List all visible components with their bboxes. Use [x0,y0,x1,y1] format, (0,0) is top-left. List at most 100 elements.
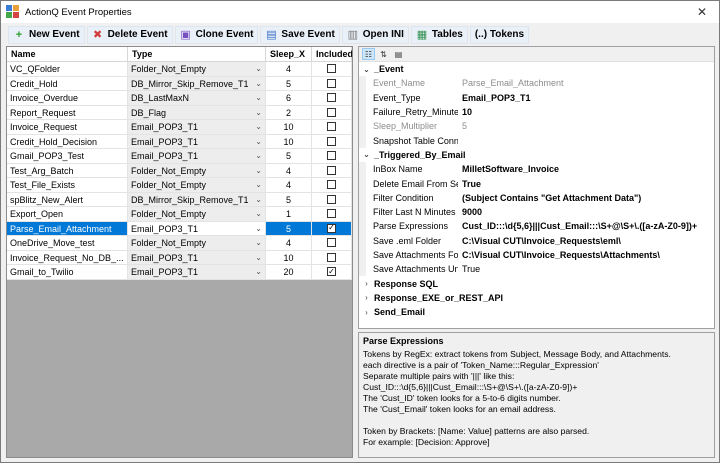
category-send-email[interactable]: › Send_Email [359,305,714,319]
chevron-down-icon[interactable]: ⌄ [255,106,262,120]
property-row[interactable]: Delete Email From ServerTrue [359,176,714,191]
property-row[interactable]: Save Attachments FolderC:\Visual CUT\Inv… [359,247,714,263]
event-type-dropdown[interactable]: DB_Mirror_Skip_Remove_T1 ⌄ [128,76,266,91]
event-type-dropdown[interactable]: Folder_Not_Empty ⌄ [128,163,266,178]
property-row[interactable]: Sleep_Multiplier 5 [359,119,714,134]
delete-event-button[interactable]: ✖ Delete Event [86,25,173,44]
chevron-down-icon[interactable]: ⌄ [255,178,262,192]
event-type-dropdown[interactable]: Email_POP3_T1 ⌄ [128,134,266,149]
sleep-cell[interactable]: 1 [266,207,312,221]
included-checkbox[interactable] [327,122,336,132]
table-row[interactable]: Test_Arg_Batch Folder_Not_Empty ⌄ 4 [7,163,352,178]
property-value[interactable]: Cust_ID:::\d{5,6}|||Cust_Email:::\S+@\S+… [458,221,714,231]
property-value[interactable]: Email_POP3_T1 [458,93,714,103]
event-type-dropdown[interactable]: Folder_Not_Empty ⌄ [128,62,266,76]
sleep-cell[interactable]: 20 [266,265,312,279]
clone-event-button[interactable]: ▣ Clone Event [174,25,259,44]
included-checkbox[interactable] [327,107,336,117]
property-grid[interactable]: ☷ ⇅ ▤ ⌄ _Event Event_Name Parse_Email_Attac… [358,46,715,329]
included-checkbox[interactable] [327,64,336,74]
event-name-cell[interactable]: Invoice_Overdue [7,91,128,105]
chevron-down-icon[interactable]: ⌄ [255,207,262,221]
property-row[interactable]: Failure_Retry_Minutes 10 [359,104,714,120]
categorized-view-button[interactable]: ☷ [362,48,375,60]
event-type-dropdown[interactable]: Folder_Not_Empty ⌄ [128,236,266,250]
chevron-down-icon[interactable]: ⌄ [255,77,262,91]
table-row[interactable]: Test_File_Exists Folder_Not_Empty ⌄ 4 [7,178,352,193]
event-type-dropdown[interactable]: Email_POP3_T1 ⌄ [128,149,266,163]
new-event-button[interactable]: + New Event [8,25,85,44]
table-row[interactable]: Gmail_POP3_Test Email_POP3_T1 ⌄ 5 [7,149,352,164]
event-name-cell[interactable]: Test_Arg_Batch [7,163,128,177]
chevron-down-icon[interactable]: ⌄ [255,236,262,250]
property-row[interactable]: Filter Condition (Subject Contains "Get A… [359,190,714,205]
sleep-cell[interactable]: 4 [266,236,312,250]
event-type-dropdown[interactable]: DB_Mirror_Skip_Remove_T1 ⌄ [128,192,266,207]
included-checkbox[interactable] [327,252,336,262]
event-name-cell[interactable]: OneDrive_Move_test [7,236,128,250]
included-checkbox[interactable] [327,93,336,103]
sleep-cell[interactable]: 10 [266,120,312,134]
included-checkbox[interactable] [327,136,336,146]
event-type-dropdown[interactable]: Email_POP3_T1 ⌄ [128,120,266,134]
table-row[interactable]: spBlitz_New_Alert DB_Mirror_Skip_Remove_T… [7,192,352,207]
event-name-cell[interactable]: Invoice_Request_No_DB_... [7,250,128,264]
chevron-down-icon[interactable]: ⌄ [255,193,262,207]
event-name-cell[interactable]: Export_Open [7,207,128,221]
sleep-cell[interactable]: 5 [266,221,312,235]
tables-button[interactable]: ▦ Tables [410,25,468,44]
property-row[interactable]: Event_Name Parse_Email_Attachment [359,76,714,91]
property-value[interactable]: (Subject Contains "Get Attachment Data") [458,193,714,203]
event-name-cell[interactable]: Credit_Hold_Decision [7,134,128,148]
property-row[interactable]: Parse Expressions Cust_ID:::\d{5,6}|||Cus… [359,219,714,234]
property-value[interactable]: C:\Visual CUT\Invoice_Requests\Attachmen… [458,250,714,260]
included-checkbox[interactable]: ✓ [327,267,336,277]
sleep-cell[interactable]: 2 [266,105,312,119]
property-row[interactable]: Event_Type Email_POP3_T1 [359,90,714,105]
table-row[interactable]: OneDrive_Move_test Folder_Not_Empty ⌄ 4 [7,236,352,251]
event-type-dropdown[interactable]: Email_POP3_T1 ⌄ [128,221,266,235]
sleep-cell[interactable]: 4 [266,178,312,192]
chevron-down-icon[interactable]: ⌄ [255,120,262,134]
included-checkbox[interactable] [327,238,336,248]
chevron-right-icon[interactable]: › [362,279,371,288]
sleep-cell[interactable]: 6 [266,91,312,105]
table-row[interactable]: Credit_Hold DB_Mirror_Skip_Remove_T1 ⌄ 5 [7,76,352,91]
property-value[interactable]: C:\Visual CUT\Invoice_Requests\eml\ [458,236,714,246]
included-checkbox[interactable] [327,165,336,175]
column-header-included[interactable]: Included [312,47,352,61]
event-type-dropdown[interactable]: Folder_Not_Empty ⌄ [128,178,266,192]
event-name-cell[interactable]: Gmail_to_Twilio [7,265,128,279]
property-row[interactable]: Save .eml Folder C:\Visual CUT\Invoice_Re… [359,233,714,248]
property-row[interactable]: Save Attachments UnzippedTrue [359,262,714,277]
category-response-exe-or-rest-api[interactable]: › Response_EXE_or_REST_API [359,291,714,305]
save-event-button[interactable]: ▤ Save Event [260,25,340,44]
table-row[interactable]: Invoice_Request_No_DB_... Email_POP3_T1 ⌄ 1… [7,250,352,265]
property-row[interactable]: InBox Name MilletSoftware_Invoice [359,162,714,177]
sleep-cell[interactable]: 4 [266,62,312,76]
included-checkbox[interactable] [327,151,336,161]
chevron-down-icon[interactable]: ⌄ [255,164,262,178]
chevron-down-icon[interactable]: ⌄ [255,135,262,149]
sleep-cell[interactable]: 5 [266,192,312,206]
table-row[interactable]: Export_Open Folder_Not_Empty ⌄ 1 [7,207,352,222]
open-ini-button[interactable]: ▥ Open INI [341,25,409,44]
column-header-name[interactable]: Name [7,47,128,61]
table-row[interactable]: VC_QFolder Folder_Not_Empty ⌄ 4 [7,62,352,77]
sleep-cell[interactable]: 10 [266,250,312,264]
sleep-cell[interactable]: 5 [266,76,312,90]
sleep-cell[interactable]: 10 [266,134,312,148]
tokens-button[interactable]: (..) Tokens [469,25,530,44]
category-response-sql[interactable]: › Response SQL [359,276,714,290]
chevron-down-icon[interactable]: ⌄ [255,265,262,279]
chevron-down-icon[interactable]: ⌄ [255,91,262,105]
column-header-type[interactable]: Type [128,47,266,61]
included-checkbox[interactable] [327,180,336,190]
chevron-down-icon[interactable]: ⌄ [362,65,371,74]
event-type-dropdown[interactable]: Folder_Not_Empty ⌄ [128,207,266,221]
sleep-cell[interactable]: 4 [266,163,312,177]
property-row[interactable]: Filter Last N Minutes 9000 [359,204,714,220]
included-checkbox[interactable] [327,209,336,219]
event-type-dropdown[interactable]: Email_POP3_T1 ⌄ [128,250,266,264]
event-name-cell[interactable]: Test_File_Exists [7,178,128,192]
